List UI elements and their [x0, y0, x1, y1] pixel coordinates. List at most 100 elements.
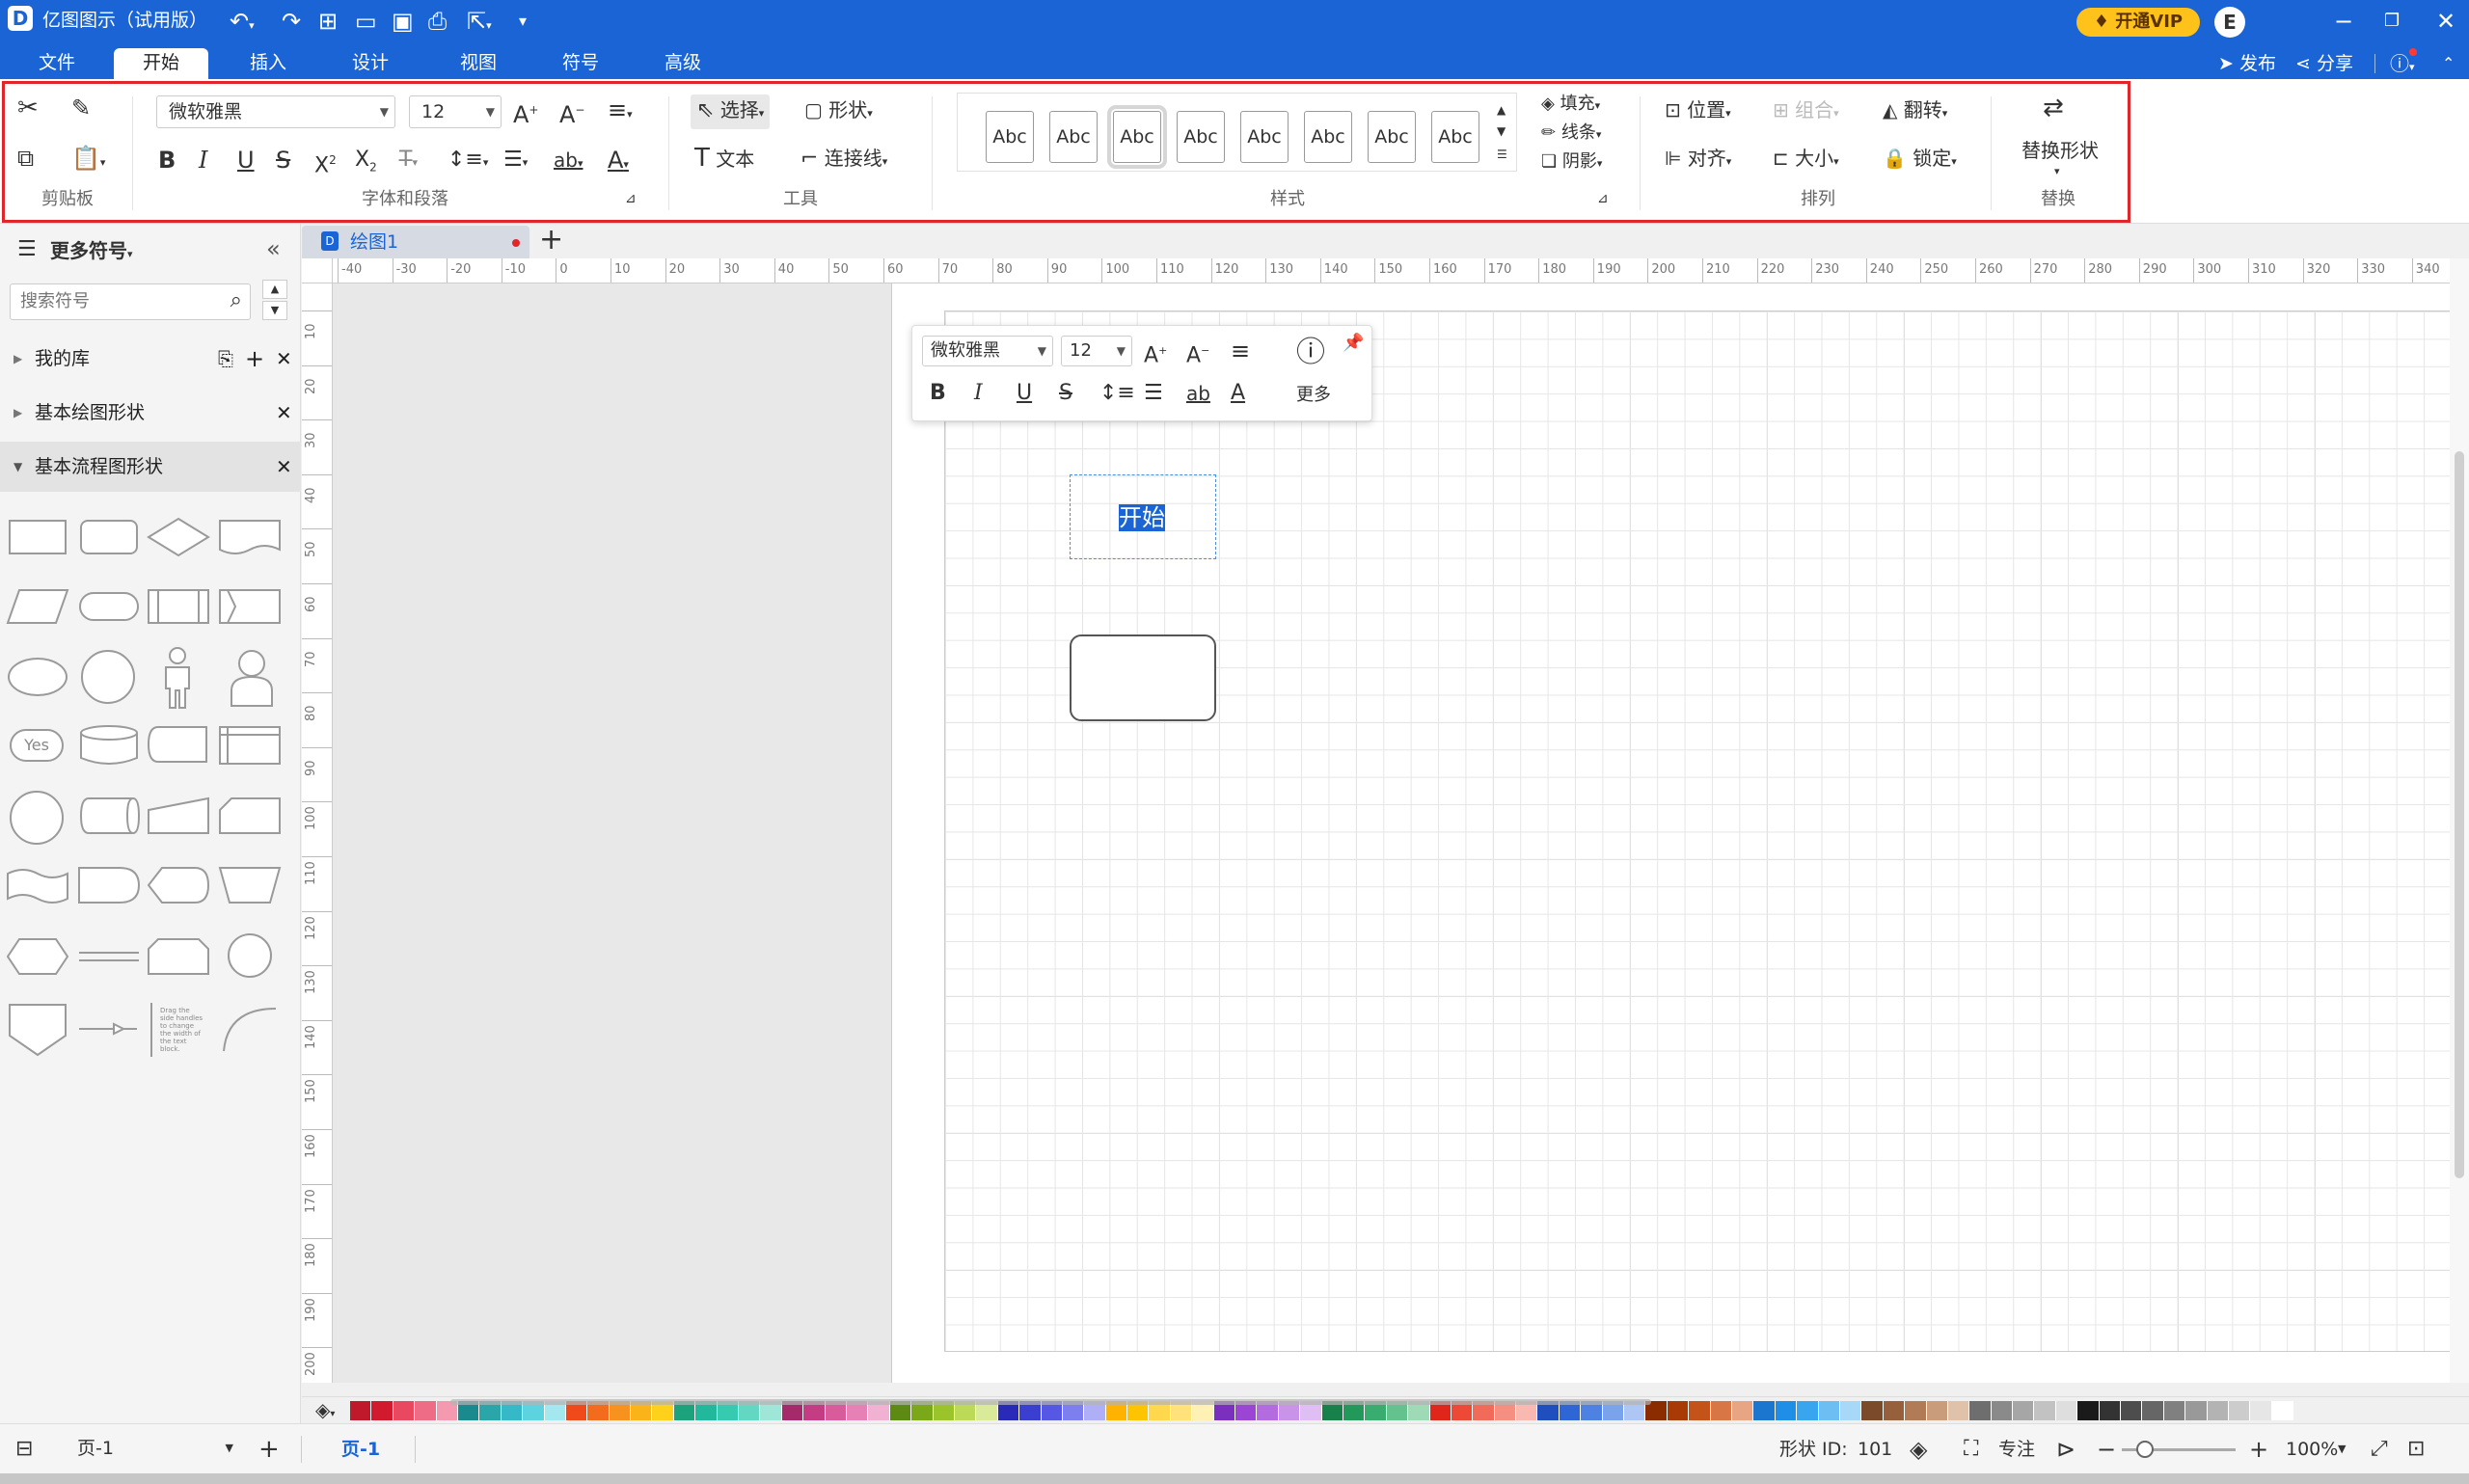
shrink-font-icon[interactable]: A−	[559, 96, 584, 128]
color-swatch[interactable]	[415, 1401, 437, 1420]
position-button[interactable]: ⊡ 位置▾	[1665, 96, 1731, 127]
color-swatch[interactable]	[2271, 1401, 2294, 1420]
focus-mode-icon[interactable]: ⛶	[1964, 1436, 1978, 1463]
color-swatch[interactable]	[2163, 1401, 2186, 1420]
shape-connector-circle[interactable]	[228, 933, 272, 978]
canvas-grid[interactable]	[944, 310, 2450, 1352]
print-icon[interactable]: ⎙	[428, 8, 447, 35]
selected-shape-text[interactable]: 开始	[1119, 504, 1165, 531]
color-swatch[interactable]	[2077, 1401, 2100, 1420]
color-swatch[interactable]	[1926, 1401, 1948, 1420]
shape-document[interactable]	[218, 517, 282, 557]
publish-button[interactable]: ➤ 发布	[2218, 50, 2276, 77]
float-highlight-icon[interactable]: ab	[1186, 380, 1210, 407]
flip-button[interactable]: ◭ 翻转▾	[1883, 96, 1947, 127]
avatar[interactable]: E	[2214, 7, 2245, 38]
bullet-list-icon[interactable]: ☰▾	[503, 147, 528, 176]
color-swatch[interactable]	[2121, 1401, 2143, 1420]
shape-manual-input[interactable]	[147, 795, 210, 839]
color-swatch[interactable]	[350, 1401, 372, 1420]
menu-tab[interactable]: 插入	[230, 48, 307, 79]
float-strikethrough-icon[interactable]: S	[1059, 380, 1072, 407]
shape-arc[interactable]	[218, 1003, 282, 1057]
shape-card[interactable]	[147, 723, 210, 768]
full-screen-icon[interactable]: ⊡	[2407, 1436, 2425, 1463]
shape-collate[interactable]	[218, 586, 282, 627]
search-field[interactable]	[11, 284, 203, 317]
collapse-ribbon-icon[interactable]: ⌃	[2442, 50, 2455, 77]
shape-circle[interactable]	[81, 650, 135, 704]
search-icon[interactable]: ⌕	[231, 288, 242, 312]
strikethrough-icon[interactable]: S	[276, 147, 290, 174]
size-button[interactable]: ⊏ 大小▾	[1773, 145, 1839, 175]
shape-internal-storage[interactable]	[218, 723, 282, 768]
float-more-icon[interactable]: ⓘ	[1296, 338, 1325, 367]
play-icon[interactable]: ⊳	[2056, 1436, 2076, 1463]
color-swatch[interactable]	[1667, 1401, 1690, 1420]
shape-data[interactable]	[6, 586, 69, 627]
page-tab[interactable]: 页-1	[341, 1436, 380, 1463]
save-icon[interactable]: ▣	[392, 8, 414, 35]
align-menu-icon[interactable]: ≡▾	[608, 96, 633, 128]
underline-icon[interactable]: U	[237, 147, 255, 174]
line-button[interactable]: ✏ 线条▾	[1541, 120, 1601, 148]
grow-font-icon[interactable]: A+	[513, 96, 538, 128]
add-tab-button[interactable]: +	[539, 222, 563, 258]
select-tool-button[interactable]: ⇖ 选择▾	[691, 94, 771, 129]
menu-tab[interactable]: 视图	[440, 48, 517, 79]
float-italic-icon[interactable]: I	[974, 380, 983, 407]
shape-yes[interactable]: Yes	[10, 729, 64, 762]
shape-loop-limit[interactable]	[147, 935, 210, 980]
vertical-scrollbar[interactable]	[2450, 258, 2469, 1383]
share-button[interactable]: ⋖ 分享	[2295, 50, 2353, 77]
float-size-select[interactable]: 12 ▼	[1061, 336, 1132, 366]
close-icon[interactable]: ✕	[276, 442, 292, 492]
fit-page-icon[interactable]: ⤢	[2371, 1436, 2388, 1463]
color-swatch[interactable]	[1818, 1401, 1840, 1420]
menu-tab[interactable]: 符号	[542, 48, 619, 79]
chevron-down-icon[interactable]: ▼	[2338, 1436, 2346, 1463]
color-swatch[interactable]	[1839, 1401, 1862, 1420]
more-symbols-button[interactable]: 更多符号▾	[50, 237, 133, 268]
page-layout-icon[interactable]: ⊟	[15, 1436, 33, 1463]
float-more-label[interactable]: 更多	[1296, 382, 1331, 409]
italic-icon[interactable]: I	[199, 147, 207, 174]
shape-large-circle[interactable]	[10, 791, 64, 845]
superscript-icon[interactable]: X2	[314, 147, 337, 179]
shape-tool-button[interactable]: ▢ 形状▾	[804, 96, 873, 127]
open-folder-icon[interactable]: ▭	[355, 8, 377, 35]
selected-text-shape[interactable]: 开始	[1070, 474, 1216, 559]
style-dialog-launcher-icon[interactable]: ⊿	[1597, 185, 1609, 212]
shape-display[interactable]	[147, 864, 210, 908]
group-button[interactable]: ⊞ 组合▾	[1773, 96, 1839, 127]
zoom-value[interactable]: 100%	[2286, 1436, 2338, 1463]
shape-off-page-card[interactable]	[218, 795, 282, 839]
library-item-my-library[interactable]: ▶ 我的库 ⎘ + ✕	[0, 334, 301, 384]
color-swatch[interactable]	[1732, 1401, 1754, 1420]
palette-scrollbar[interactable]	[450, 1399, 1651, 1405]
color-swatch[interactable]	[1689, 1401, 1711, 1420]
scroll-thumb[interactable]	[2455, 451, 2464, 1178]
float-line-spacing-icon[interactable]: ↕≡	[1099, 380, 1135, 407]
color-swatch[interactable]	[1775, 1401, 1798, 1420]
shape-tape[interactable]	[6, 864, 69, 908]
add-icon[interactable]: +	[245, 334, 264, 384]
color-swatch[interactable]	[2142, 1401, 2164, 1420]
lock-button[interactable]: 🔒 锁定▾	[1883, 145, 1957, 175]
redo-icon[interactable]: ↷	[282, 8, 301, 35]
vip-button[interactable]: ♦ 开通VIP	[2076, 8, 2200, 37]
text-highlight-icon[interactable]: ab▾	[554, 147, 583, 177]
export-icon[interactable]: ⇱▾	[467, 8, 492, 40]
gallery-expand-icon[interactable]: ☰	[1497, 141, 1507, 168]
color-swatch[interactable]	[2228, 1401, 2251, 1420]
shape-process[interactable]	[9, 520, 67, 554]
scroll-down-icon[interactable]: ▼	[262, 301, 287, 320]
close-icon[interactable]: ✕	[2436, 8, 2455, 35]
library-item-basic-drawing[interactable]: ▶ 基本绘图形状 ✕	[0, 388, 301, 438]
shadow-button[interactable]: ❏ 阴影▾	[1541, 148, 1602, 177]
shape-actor[interactable]	[156, 646, 199, 710]
color-swatch[interactable]	[1947, 1401, 1970, 1420]
shape-manual-operation[interactable]	[218, 864, 282, 908]
shape-off-page-connector[interactable]	[8, 1003, 68, 1057]
minimize-icon[interactable]: −	[2334, 8, 2353, 35]
